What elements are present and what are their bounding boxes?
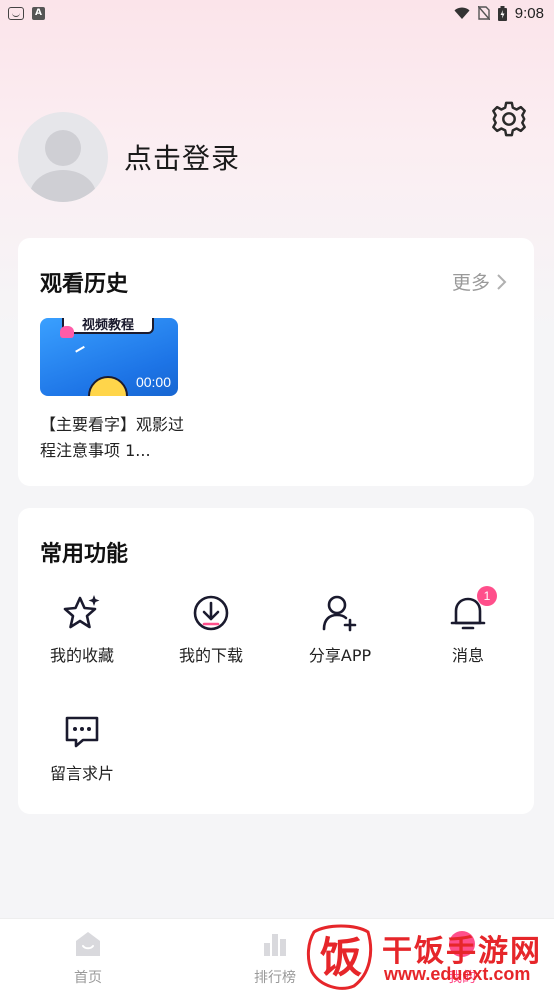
a-icon: A	[32, 6, 45, 20]
video-title[interactable]: 【主要看字】观影过程注意事项 1...	[40, 412, 190, 464]
site-watermark: 饭 干饭手游网 www.eduext.com	[300, 918, 554, 994]
func-favorites[interactable]: 我的收藏	[18, 592, 146, 688]
notification-badge: 1	[477, 586, 497, 606]
func-label: 我的收藏	[49, 646, 114, 665]
nav-home[interactable]: 首页	[48, 929, 128, 987]
more-label: 更多	[451, 272, 490, 294]
functions-title: 常用功能	[40, 542, 129, 567]
download-icon	[190, 592, 232, 634]
avatar-head	[45, 130, 81, 166]
nav-label: 排行榜	[254, 970, 296, 986]
func-downloads[interactable]: 我的下载	[147, 592, 275, 688]
func-share-app[interactable]: 分享APP	[276, 592, 404, 688]
common-functions-card: 常用功能 我的收藏 我的下载 分享APP 1 消息 留言求片	[18, 508, 534, 814]
history-more-link[interactable]: 更多	[452, 268, 508, 295]
func-messages[interactable]: 1 消息	[404, 586, 532, 688]
status-right: 9:08	[454, 5, 544, 22]
func-request-movie[interactable]: 留言求片	[18, 710, 146, 806]
app-icon	[8, 6, 24, 20]
star-icon	[61, 592, 103, 634]
func-label: 我的下载	[178, 646, 243, 665]
watermark-url: www.eduext.com	[384, 964, 531, 984]
home-icon	[76, 932, 100, 956]
thumb-sun-graphic	[88, 376, 128, 396]
avatar[interactable]	[18, 112, 108, 202]
login-link[interactable]: 点击登录	[124, 137, 240, 177]
watermark-logo-char: 饭	[320, 933, 362, 982]
nav-label: 首页	[74, 970, 102, 986]
thumb-banner: 视频教程	[62, 318, 154, 334]
status-bar: A 9:08	[0, 0, 554, 26]
watch-history-card: 观看历史 更多 视频教程 00:00 【主要看字】观影过程注意事项 1...	[18, 238, 534, 486]
wifi-icon	[454, 7, 470, 19]
watermark-logo-icon: 饭	[306, 924, 373, 990]
profile-header[interactable]: 点击登录	[18, 112, 240, 202]
settings-button[interactable]	[490, 100, 528, 138]
heart-icon	[60, 326, 74, 338]
gear-icon	[492, 101, 526, 137]
chart-icon	[264, 934, 286, 956]
thumb-decoration	[75, 345, 87, 357]
no-sim-icon	[477, 6, 490, 20]
status-time: 9:08	[514, 4, 544, 22]
bell-icon: 1	[447, 586, 497, 634]
avatar-body	[30, 170, 96, 202]
func-label: 留言求片	[49, 764, 114, 783]
chevron-right-icon	[497, 273, 507, 290]
chat-icon	[61, 710, 103, 752]
battery-icon	[497, 5, 507, 21]
video-thumbnail[interactable]: 视频教程 00:00	[40, 318, 178, 396]
func-label: 分享APP	[308, 646, 372, 665]
status-left: A	[8, 6, 45, 20]
func-label: 消息	[451, 646, 484, 665]
video-duration: 00:00	[135, 374, 171, 390]
add-user-icon	[319, 592, 361, 634]
history-title: 观看历史	[40, 272, 129, 297]
